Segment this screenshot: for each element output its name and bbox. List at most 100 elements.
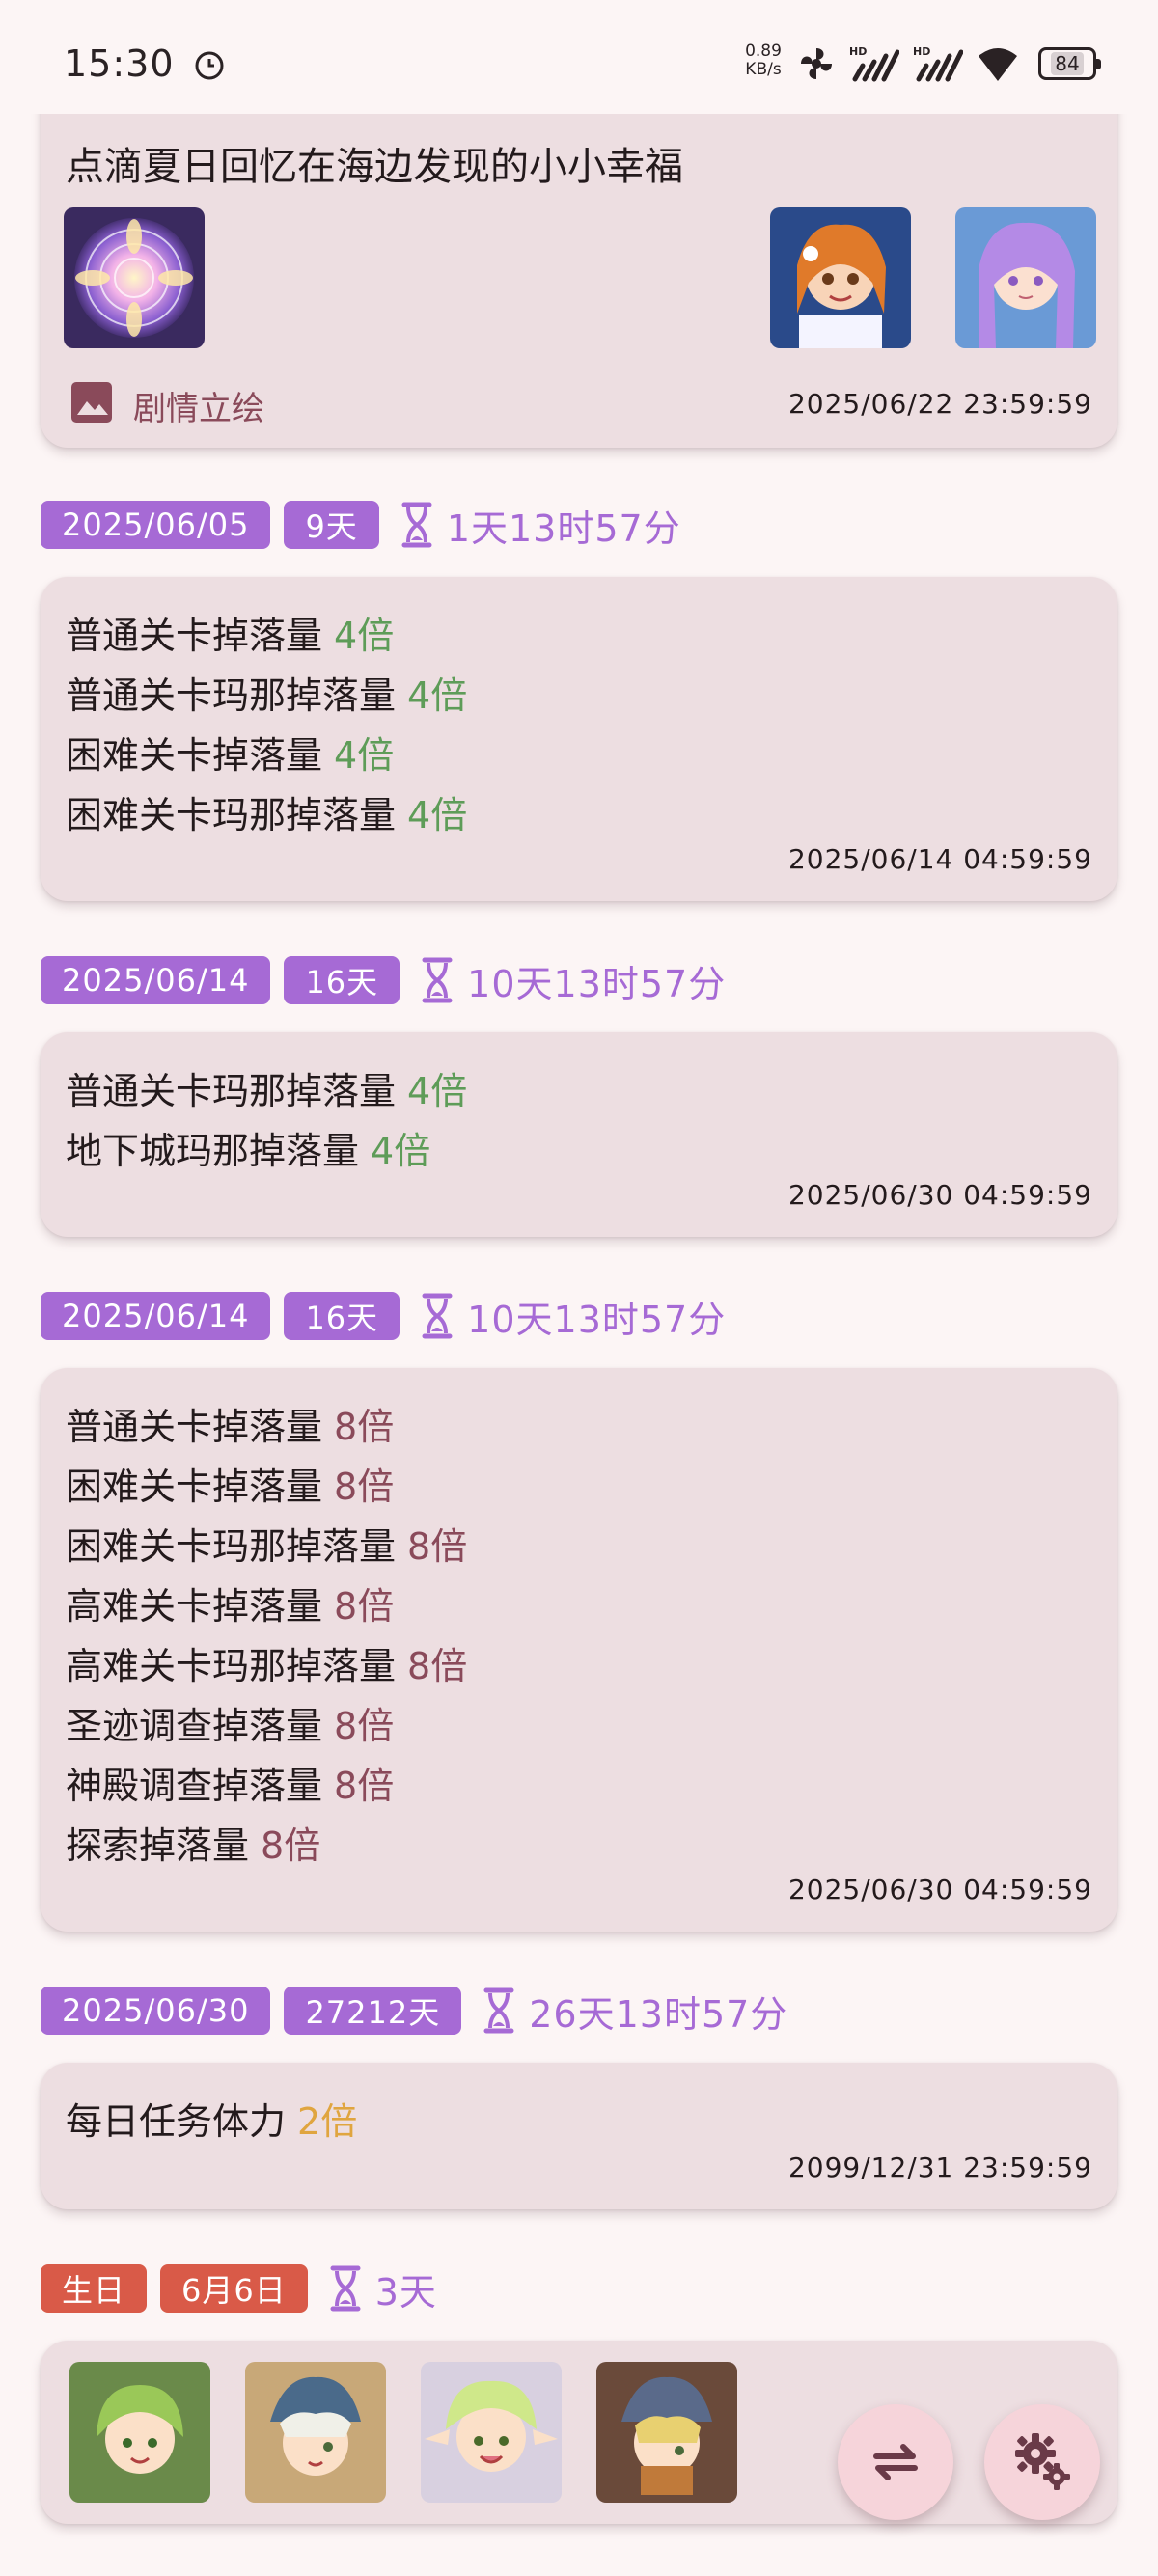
- multiplier-value: 2倍: [297, 2100, 358, 2143]
- multiplier-value: 4倍: [371, 1130, 431, 1172]
- campaign-label: 神殿调查掉落量: [66, 1765, 323, 1807]
- campaign-line: 普通关卡掉落量 8倍: [66, 1397, 394, 1450]
- story-event-title: 点滴夏日回忆在海边发现的小小幸福: [66, 145, 683, 189]
- birthday-tag-chip: 生日: [41, 2264, 148, 2313]
- character-avatar-3[interactable]: [421, 2362, 562, 2503]
- multiplier-value: 4倍: [334, 615, 395, 657]
- multiplier-value: 4倍: [334, 734, 395, 777]
- hourglass-icon: [422, 957, 453, 1003]
- campaign-label: 困难关卡玛那掉落量: [66, 794, 397, 836]
- story-illustration-label[interactable]: 剧情立绘: [133, 382, 264, 429]
- campaign-label: 探索掉落量: [66, 1824, 250, 1867]
- birthday-header: 生日 6月6日 3天: [41, 2263, 437, 2314]
- countdown-text: 1天13时57分: [446, 507, 681, 550]
- campaign-label: 地下城玛那掉落量: [66, 1130, 360, 1172]
- network-speed-value: 0.89: [745, 41, 782, 61]
- campaign-label: 普通关卡掉落量: [66, 615, 323, 657]
- start-date-chip: 2025/06/14: [41, 1292, 271, 1340]
- countdown-text: 10天13时57分: [467, 962, 727, 1005]
- swap-arrows-icon: [873, 2444, 918, 2480]
- birthday-countdown: 3天: [374, 2270, 437, 2314]
- story-event-card[interactable]: 点滴夏日回忆在海边发现的小小幸福 剧情立绘 2025/06/22 23:59:5…: [41, 77, 1117, 448]
- flower-emblem-image[interactable]: [64, 207, 205, 348]
- character-avatar-4[interactable]: [596, 2362, 737, 2503]
- campaign-header: 2025/06/14 16天 10天13时57分: [41, 1291, 726, 1341]
- hourglass-icon: [401, 502, 432, 548]
- campaign-line: 圣迹调查掉落量 8倍: [66, 1696, 394, 1749]
- campaign-header: 2025/06/14 16天 10天13时57分: [41, 955, 726, 1005]
- hourglass-icon: [422, 1293, 453, 1339]
- battery-level: 84: [1051, 52, 1084, 75]
- duration-chip: 27212天: [284, 1987, 462, 2035]
- start-date-chip: 2025/06/14: [41, 956, 271, 1004]
- wifi-icon: [979, 48, 1017, 81]
- campaign-label: 困难关卡掉落量: [66, 734, 323, 777]
- start-date-chip: 2025/06/05: [41, 501, 271, 549]
- campaign-line: 地下城玛那掉落量 4倍: [66, 1121, 430, 1174]
- birthday-date-chip: 6月6日: [160, 2264, 308, 2313]
- multiplier-value: 8倍: [334, 1705, 395, 1747]
- hourglass-icon: [483, 1987, 514, 2034]
- signal-hd-badge-2: HD: [913, 45, 930, 58]
- campaign-line: 神殿调查掉落量 8倍: [66, 1756, 394, 1809]
- countdown-text: 10天13时57分: [467, 1298, 727, 1341]
- campaign-line: 每日任务体力 2倍: [66, 2092, 357, 2145]
- signal-icon-1: HD: [849, 45, 899, 82]
- multiplier-value: 4倍: [407, 1070, 468, 1112]
- duration-chip: 16天: [284, 1292, 400, 1340]
- campaign-card[interactable]: 普通关卡掉落量 8倍 困难关卡掉落量 8倍 困难关卡玛那掉落量 8倍 高难关卡掉落量 8…: [41, 1368, 1117, 1932]
- campaign-end-time: 2025/06/14 04:59:59: [787, 843, 1092, 875]
- character-portrait-2[interactable]: [955, 207, 1096, 348]
- campaign-end-time: 2025/06/30 04:59:59: [787, 1179, 1092, 1211]
- duration-chip: 16天: [284, 956, 400, 1004]
- character-avatar-2[interactable]: [245, 2362, 386, 2503]
- campaign-label: 每日任务体力: [66, 2100, 287, 2143]
- campaign-header: 2025/06/30 27212天 26天13时57分: [41, 1986, 787, 2036]
- birthday-card[interactable]: [41, 2341, 1117, 2524]
- campaign-card[interactable]: 普通关卡掉落量 4倍 普通关卡玛那掉落量 4倍 困难关卡掉落量 4倍 困难关卡玛那掉落…: [41, 577, 1117, 901]
- campaign-line: 普通关卡玛那掉落量 4倍: [66, 1061, 467, 1114]
- campaign-line: 探索掉落量 8倍: [66, 1816, 320, 1869]
- character-avatar-1[interactable]: [69, 2362, 210, 2503]
- character-portrait-1[interactable]: [770, 207, 911, 348]
- signal-icon-2: HD: [913, 45, 963, 82]
- image-icon: [71, 382, 112, 423]
- multiplier-value: 8倍: [334, 1765, 395, 1807]
- campaign-line: 高难关卡玛那掉落量 8倍: [66, 1636, 467, 1689]
- multiplier-value: 8倍: [334, 1466, 395, 1508]
- campaign-label: 普通关卡玛那掉落量: [66, 674, 397, 717]
- multiplier-value: 8倍: [334, 1406, 395, 1448]
- campaign-label: 困难关卡掉落量: [66, 1466, 323, 1508]
- story-event-end-time: 2025/06/22 23:59:59: [787, 388, 1092, 420]
- swap-button[interactable]: [838, 2404, 953, 2520]
- duration-chip: 9天: [284, 501, 379, 549]
- network-speed-unit: KB/s: [745, 60, 782, 79]
- campaign-label: 普通关卡掉落量: [66, 1406, 323, 1448]
- network-speed: 0.89 KB/s: [737, 42, 789, 79]
- campaign-card[interactable]: 每日任务体力 2倍 2099/12/31 23:59:59: [41, 2063, 1117, 2209]
- start-date-chip: 2025/06/30: [41, 1987, 271, 2035]
- multiplier-value: 8倍: [334, 1585, 395, 1628]
- campaign-line: 普通关卡掉落量 4倍: [66, 606, 394, 659]
- campaign-end-time: 2025/06/30 04:59:59: [787, 1874, 1092, 1905]
- campaign-line: 困难关卡掉落量 8倍: [66, 1457, 394, 1510]
- campaign-label: 困难关卡玛那掉落量: [66, 1525, 397, 1568]
- hourglass-icon: [330, 2265, 361, 2312]
- campaign-card[interactable]: 普通关卡玛那掉落量 4倍 地下城玛那掉落量 4倍 2025/06/30 04:59:…: [41, 1032, 1117, 1237]
- status-time: 15:30: [64, 42, 175, 85]
- gears-icon: [1015, 2433, 1070, 2490]
- status-icons: HD HD 84: [797, 42, 1101, 85]
- campaign-line: 困难关卡掉落量 4倍: [66, 726, 394, 779]
- fan-icon: [801, 48, 832, 79]
- campaign-end-time: 2099/12/31 23:59:59: [787, 2151, 1092, 2183]
- signal-hd-badge-1: HD: [849, 45, 867, 58]
- status-bar: 15:30 0.89 KB/s HD HD 84: [0, 0, 1158, 114]
- campaign-line: 困难关卡玛那掉落量 8倍: [66, 1517, 467, 1570]
- settings-button[interactable]: [984, 2404, 1100, 2520]
- campaign-line: 高难关卡掉落量 8倍: [66, 1576, 394, 1630]
- campaign-label: 高难关卡掉落量: [66, 1585, 323, 1628]
- multiplier-value: 4倍: [407, 674, 468, 717]
- campaign-line: 普通关卡玛那掉落量 4倍: [66, 666, 467, 719]
- campaign-header: 2025/06/05 9天 1天13时57分: [41, 500, 681, 550]
- campaign-label: 普通关卡玛那掉落量: [66, 1070, 397, 1112]
